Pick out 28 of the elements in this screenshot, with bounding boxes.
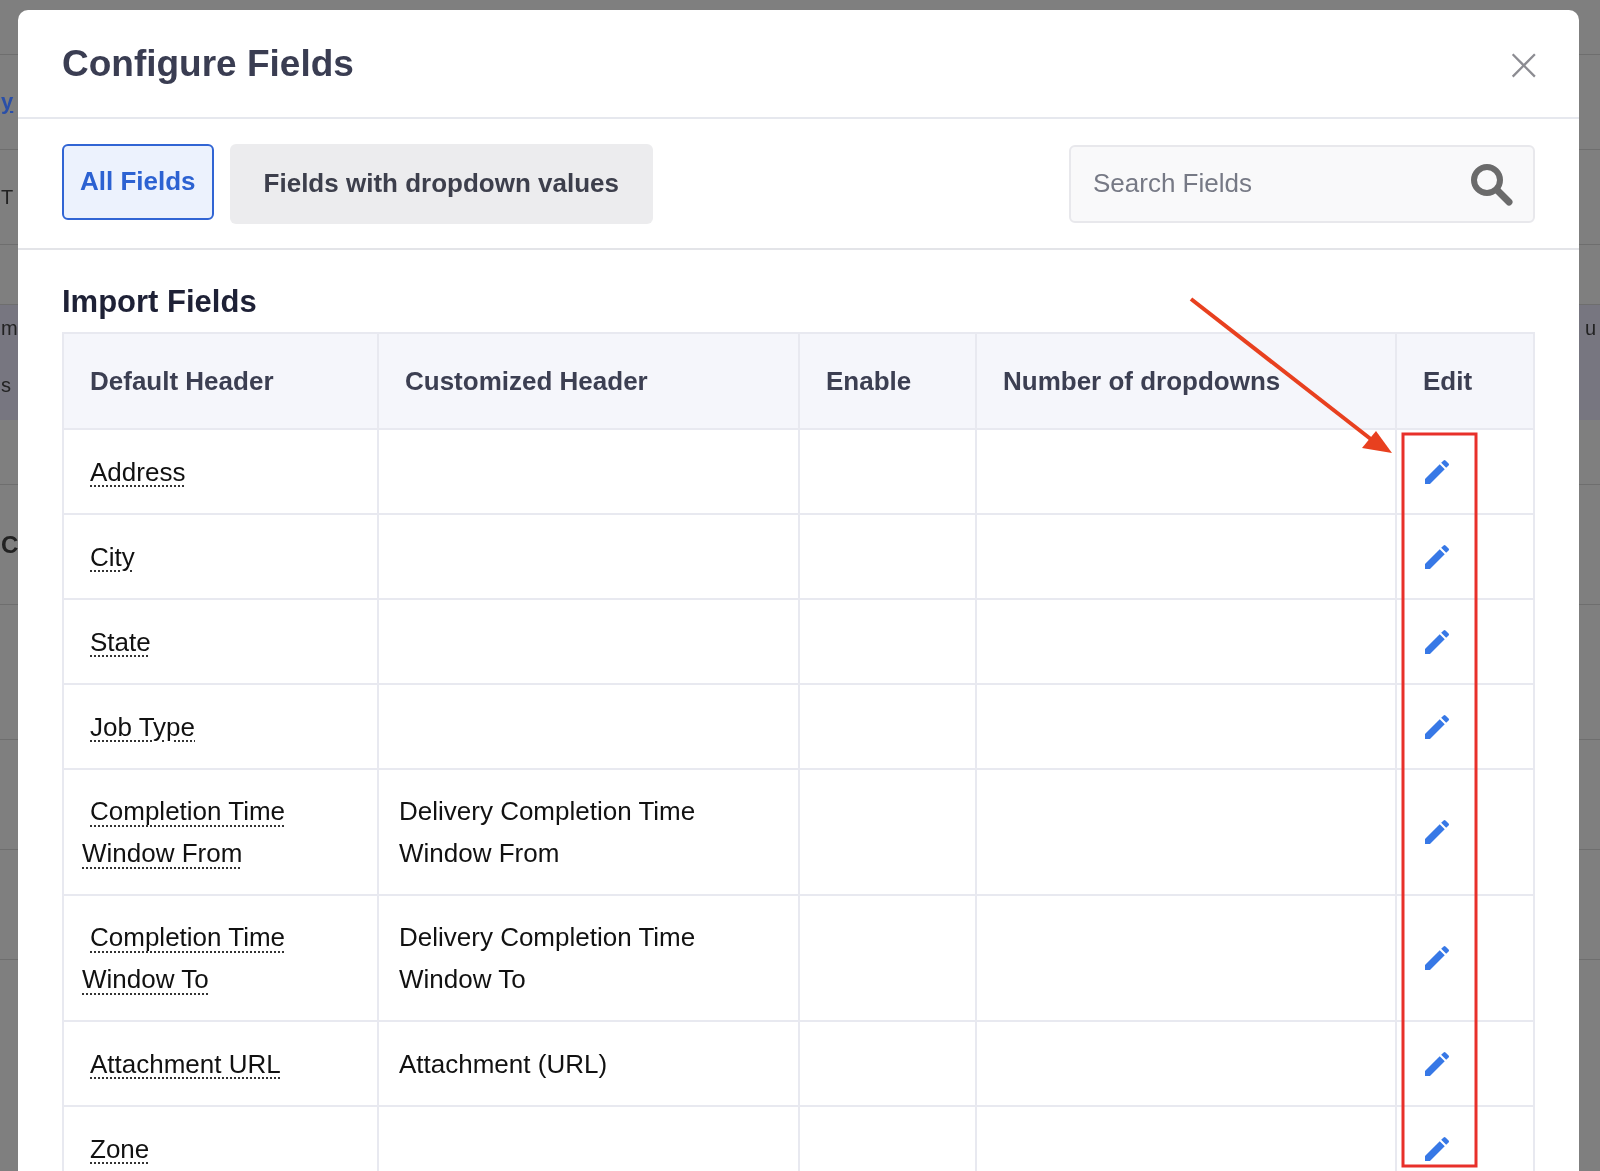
background-text: T bbox=[1, 185, 14, 208]
customized-header: Delivery Completion Time Window From bbox=[399, 796, 696, 868]
column-header: Customized Header bbox=[378, 333, 799, 429]
background-text: m bbox=[1, 316, 18, 339]
field-name: Completion Time Window From bbox=[82, 796, 286, 868]
column-header: Number of dropdowns bbox=[976, 333, 1396, 429]
background-text: y bbox=[1, 89, 14, 114]
column-header: Edit bbox=[1396, 333, 1534, 429]
dialog-title: Configure Fields bbox=[62, 42, 354, 85]
column-header: Enable bbox=[799, 333, 976, 429]
customized-header: Attachment (URL) bbox=[399, 1048, 608, 1079]
filter-tab[interactable]: All Fields bbox=[62, 143, 214, 220]
filter-tab[interactable]: Fields with dropdown values bbox=[229, 143, 653, 224]
customized-header: Delivery Completion Time Window To bbox=[399, 922, 696, 994]
field-name: City bbox=[90, 541, 135, 572]
field-name: Job Type bbox=[90, 711, 196, 742]
close-button[interactable]: × bbox=[1504, 40, 1543, 87]
search-field[interactable]: Search Fields bbox=[1069, 144, 1535, 223]
background-text: u bbox=[1584, 316, 1596, 339]
background-text: C bbox=[1, 530, 19, 558]
section-title: Import Fields bbox=[62, 284, 258, 320]
field-name: Zone bbox=[90, 1133, 150, 1164]
column-header: Default Header bbox=[63, 333, 378, 429]
background-text: s bbox=[1, 374, 11, 396]
field-name: Attachment URL bbox=[90, 1048, 281, 1079]
field-name: Address bbox=[90, 456, 186, 487]
field-name: Completion Time Window To bbox=[82, 922, 286, 994]
field-name: State bbox=[90, 626, 151, 657]
